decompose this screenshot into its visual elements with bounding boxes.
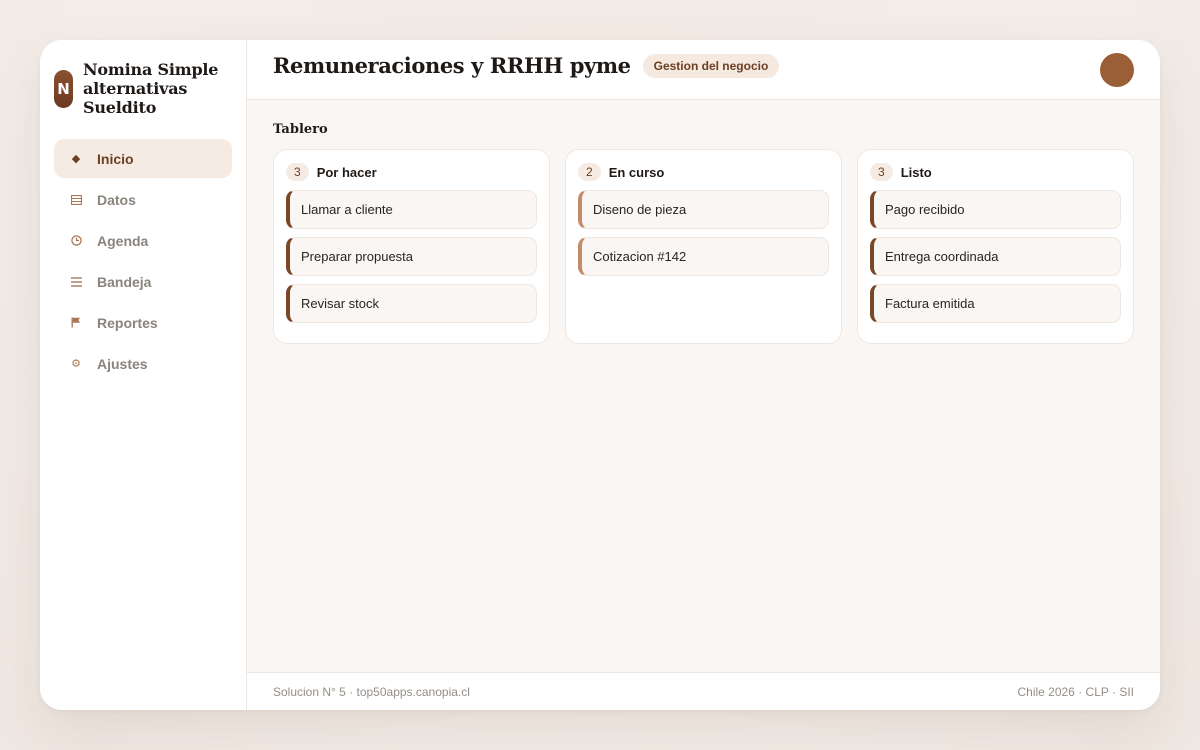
gear-icon: ⚙: [71, 358, 81, 370]
brand: N Nomina Simple alternativas Sueldito: [54, 60, 232, 117]
task-card[interactable]: Llamar a cliente: [286, 190, 537, 229]
sidebar-item-datos[interactable]: Datos: [54, 180, 232, 219]
diamond-icon: ◆: [71, 153, 81, 165]
sidebar-item-label: Ajustes: [97, 355, 148, 372]
avatar[interactable]: [1100, 53, 1134, 87]
sidebar-item-inicio[interactable]: ◆ Inicio: [54, 139, 232, 178]
sidebar-item-agenda[interactable]: Agenda: [54, 221, 232, 260]
sidebar-item-label: Reportes: [97, 314, 158, 331]
footer-right-text: Chile 2026 · CLP · SII: [1017, 684, 1134, 699]
brand-name: Nomina Simple alternativas Sueldito: [83, 60, 219, 117]
brand-logo: N: [54, 70, 73, 108]
app-window: N Nomina Simple alternativas Sueldito ◆ …: [40, 40, 1160, 710]
section-title: Tablero: [273, 122, 328, 137]
list-icon: [70, 276, 82, 287]
sidebar: N Nomina Simple alternativas Sueldito ◆ …: [40, 40, 247, 710]
count-badge: 3: [286, 163, 309, 181]
page-title: Remuneraciones y RRHH pyme: [273, 53, 631, 78]
task-card[interactable]: Preparar propuesta: [286, 237, 537, 276]
count-badge: 2: [578, 163, 601, 181]
board-column-en-curso: 2 En curso Diseno de pieza Cotizacion #1…: [565, 149, 842, 344]
main-area: Remuneraciones y RRHH pyme Gestion del n…: [247, 40, 1160, 710]
sidebar-item-ajustes[interactable]: ⚙ Ajustes: [54, 344, 232, 383]
content: Tablero 3 Por hacer Llamar a cliente Pre…: [247, 100, 1160, 672]
sidebar-item-label: Datos: [97, 191, 136, 208]
footer-left-text: Solucion N° 5 · top50apps.canopia.cl: [273, 684, 470, 699]
context-badge: Gestion del negocio: [642, 53, 780, 78]
count-badge: 3: [870, 163, 893, 181]
sidebar-nav: ◆ Inicio Datos Agenda Bandeja Reportes ⚙…: [54, 139, 232, 383]
sidebar-item-label: Inicio: [97, 150, 134, 167]
board-column-por-hacer: 3 Por hacer Llamar a cliente Preparar pr…: [273, 149, 550, 344]
task-card[interactable]: Pago recibido: [870, 190, 1121, 229]
column-title: Por hacer: [316, 164, 377, 180]
task-card[interactable]: Revisar stock: [286, 284, 537, 323]
sidebar-item-label: Bandeja: [97, 273, 152, 290]
task-card[interactable]: Entrega coordinada: [870, 237, 1121, 276]
task-card[interactable]: Factura emitida: [870, 284, 1121, 323]
kanban-board: 3 Por hacer Llamar a cliente Preparar pr…: [273, 149, 1134, 344]
clock-icon: [70, 235, 82, 246]
column-title: En curso: [608, 164, 665, 180]
column-header: 2 En curso: [578, 162, 829, 182]
task-card[interactable]: Cotizacion #142: [578, 237, 829, 276]
flag-icon: [70, 317, 82, 328]
sidebar-item-label: Agenda: [97, 232, 149, 249]
task-card[interactable]: Diseno de pieza: [578, 190, 829, 229]
column-title: Listo: [900, 164, 932, 180]
topbar: Remuneraciones y RRHH pyme Gestion del n…: [247, 40, 1160, 100]
board-column-listo: 3 Listo Pago recibido Entrega coordinada…: [857, 149, 1134, 344]
column-header: 3 Listo: [870, 162, 1121, 182]
footer: Solucion N° 5 · top50apps.canopia.cl Chi…: [247, 672, 1160, 710]
column-header: 3 Por hacer: [286, 162, 537, 182]
sidebar-item-bandeja[interactable]: Bandeja: [54, 262, 232, 301]
sidebar-item-reportes[interactable]: Reportes: [54, 303, 232, 342]
table-icon: [70, 194, 82, 205]
